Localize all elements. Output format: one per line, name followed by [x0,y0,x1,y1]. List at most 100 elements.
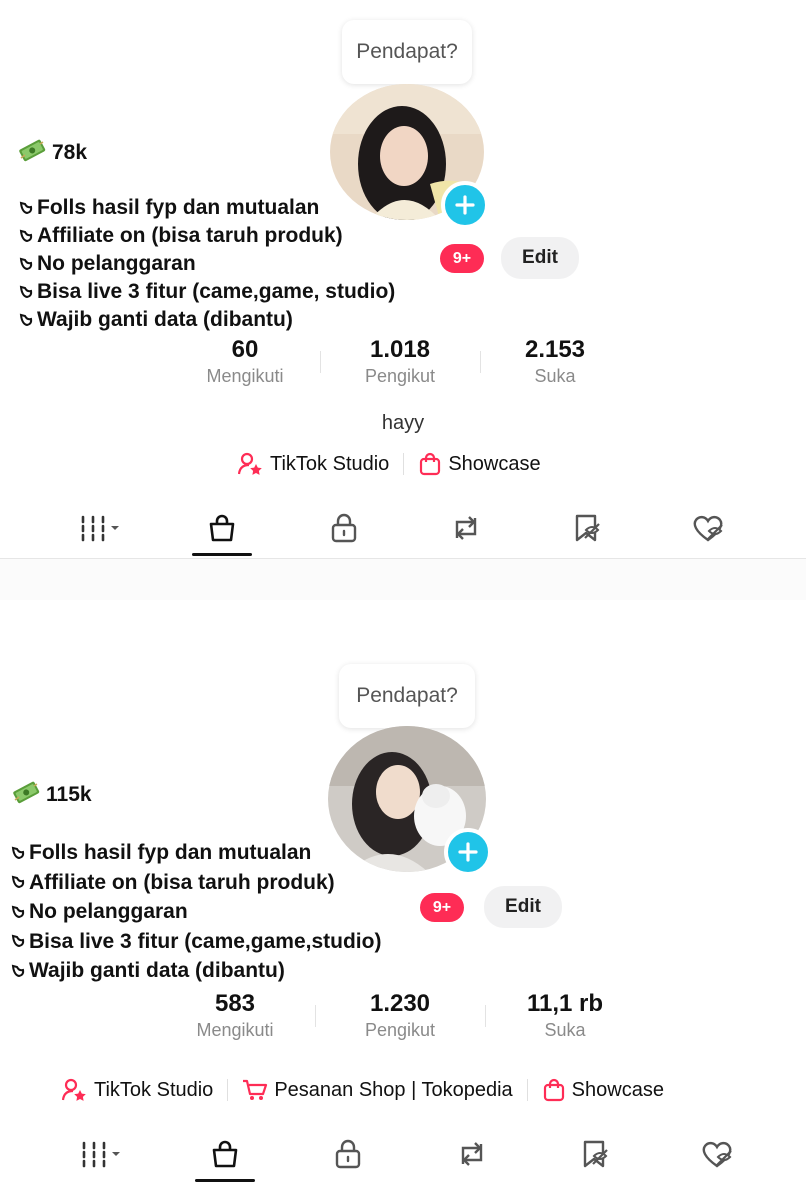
bullet-item: No pelanggaran [18,250,395,278]
stats-row: 583 Mengikuti 1.230 Pengikut 11,1 rb Suk… [160,990,640,1041]
tiktok-studio-link[interactable]: TikTok Studio [238,452,389,476]
bio-bullets: Folls hasil fyp dan mutualan Affiliate o… [18,194,395,334]
profile-tabs [40,500,770,556]
stat-value: 2.153 [524,336,586,363]
notification-badge[interactable]: 9+ [420,893,464,922]
profile-links: TikTok Studio Showcase [238,452,541,476]
pointing-hand-icon [11,905,25,918]
stat-label: Mengikuti [206,366,284,386]
pointing-hand-icon [19,201,33,215]
stat-likes[interactable]: 11,1 rb Suka [490,990,640,1041]
stat-following[interactable]: 583 Mengikuti [160,990,310,1041]
stat-value: 60 [231,336,259,363]
pointing-hand-icon [19,313,33,327]
notification-badge[interactable]: 9+ [440,244,484,273]
shopping-bag-icon [420,452,441,476]
plus-icon [458,842,478,862]
price-label: 78k [18,138,87,168]
liked-icon [693,515,723,542]
pointing-hand-icon [19,257,33,271]
tab-favorites[interactable] [555,500,619,556]
pointing-hand-icon [11,934,25,948]
price-text: 115k [46,783,92,806]
tab-videos[interactable] [69,500,133,556]
stat-label: Pengikut [364,1020,436,1040]
pointing-hand-icon [11,846,25,859]
tooltip-text: Pendapat? [356,40,458,63]
tab-reposts[interactable] [440,1126,504,1182]
profile-panel-1: Pendapat? 78k Folls hasil fyp dan mutual… [0,0,806,558]
price-text: 78k [52,141,88,164]
showcase-link[interactable]: Showcase [418,452,541,476]
tab-favorites[interactable] [563,1126,627,1182]
pointing-hand-icon [19,229,33,243]
videos-grid-icon [81,515,119,542]
opinion-tooltip[interactable]: Pendapat? [342,20,472,84]
creator-star-icon [62,1078,86,1101]
pointing-hand-icon [19,285,33,299]
bullet-item: Affiliate on (bisa taruh produk) [10,868,381,898]
lock-icon [336,1139,361,1169]
tab-shop[interactable] [190,500,254,556]
stats-row: 60 Mengikuti 1.018 Pengikut 2.153 Suka [180,336,620,387]
stat-value: 11,1 rb [526,990,604,1017]
divider [526,1079,528,1101]
tokopedia-orders-link[interactable]: Pesanan Shop | Tokopedia [242,1078,513,1102]
edit-profile-button[interactable]: Edit [501,237,579,279]
stat-followers[interactable]: 1.018 Pengikut [330,336,470,387]
stat-followers[interactable]: 1.230 Pengikut [320,990,480,1041]
profile-panel-2: Pendapat? 115k Folls hasil fyp dan mutua… [0,600,806,1200]
repost-icon [461,1142,482,1166]
bullet-item: Folls hasil fyp dan mutualan [10,838,381,868]
divider [314,1004,316,1027]
profile-links: TikTok Studio Pesanan Shop | Tokopedia S… [62,1078,664,1102]
money-icon [18,138,46,168]
bullet-item: Affiliate on (bisa taruh produk) [18,222,395,250]
tab-liked[interactable] [677,500,741,556]
stat-following[interactable]: 60 Mengikuti [180,336,310,387]
shop-bag-icon [210,514,235,542]
divider [319,350,321,373]
tooltip-text: Pendapat? [356,684,458,707]
bullet-item: Bisa live 3 fitur (came,game,studio) [10,927,381,957]
shopping-cart-icon [243,1079,268,1100]
stat-value: 583 [214,990,256,1017]
creator-star-icon [238,452,262,475]
tiktok-studio-link[interactable]: TikTok Studio [62,1078,213,1102]
divider [227,1079,229,1101]
videos-grid-icon [82,1141,120,1168]
bullet-item: No pelanggaran [10,897,381,927]
shop-bag-icon [212,1140,238,1168]
shopping-bag-icon [543,1078,564,1102]
divider [484,1004,486,1027]
stat-label: Suka [534,366,576,386]
stat-likes[interactable]: 2.153 Suka [490,336,620,387]
tab-private[interactable] [316,1126,380,1182]
add-story-button[interactable] [444,828,492,876]
bullet-item: Wajib ganti data (dibantu) [18,306,395,334]
repost-icon [455,516,476,540]
divider [403,453,405,475]
liked-icon [702,1141,733,1168]
bullet-item: Wajib ganti data (dibantu) [10,956,381,986]
bio-text: hayy [381,412,425,434]
add-story-button[interactable] [441,181,489,229]
favorites-icon [583,1140,608,1168]
pointing-hand-icon [11,964,25,977]
bullet-item: Folls hasil fyp dan mutualan [18,194,395,222]
opinion-tooltip[interactable]: Pendapat? [339,664,475,728]
price-label: 115k [12,780,92,810]
tab-liked[interactable] [686,1126,750,1182]
edit-profile-button[interactable]: Edit [484,886,562,928]
profile-tabs [40,1126,780,1182]
stat-label: Mengikuti [196,1020,274,1040]
stat-value: 1.230 [369,990,431,1017]
lock-icon [331,513,357,543]
showcase-link[interactable]: Showcase [542,1078,664,1102]
tab-videos[interactable] [70,1126,134,1182]
favorites-icon [576,514,601,542]
stat-label: Pengikut [364,366,436,386]
tab-private[interactable] [312,500,376,556]
tab-reposts[interactable] [434,500,498,556]
tab-shop[interactable] [193,1126,257,1182]
